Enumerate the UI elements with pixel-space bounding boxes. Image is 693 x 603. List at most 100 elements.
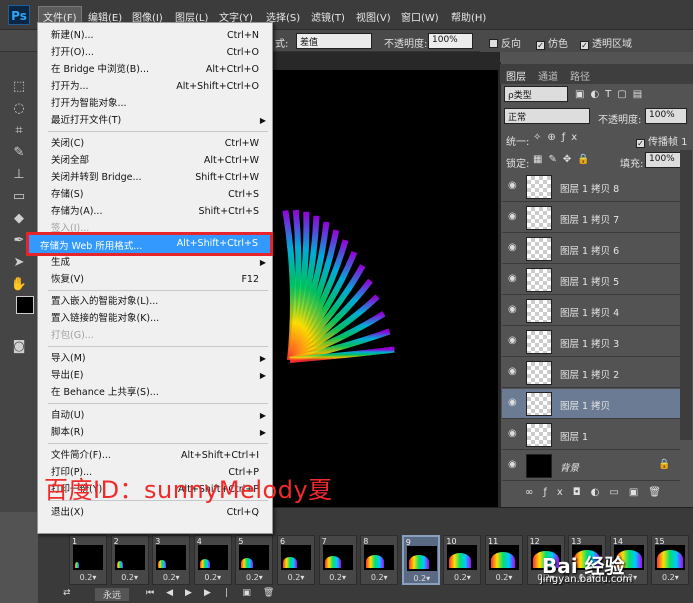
unify-icons[interactable]: ✧⊕ƒx (533, 132, 583, 143)
eye-icon[interactable]: ◉ (508, 273, 517, 284)
layer-row-selected[interactable]: ◉ 图层 1 拷贝 (502, 389, 680, 419)
frame-delay[interactable]: 0.2▾ (444, 573, 480, 582)
lock-icons[interactable]: ▦✎✥🔒 (533, 154, 596, 165)
animation-frame[interactable]: 6 0.2▾ (277, 535, 315, 585)
menu-item[interactable]: 存储(S) Ctrl+S (38, 186, 272, 203)
tab-layers[interactable]: 图层 (506, 68, 526, 83)
stamp-tool-icon[interactable]: ⊥ (9, 166, 29, 184)
eye-icon[interactable]: ◉ (508, 366, 517, 377)
animation-frame[interactable]: 11 0.2▾ (485, 535, 523, 585)
menu-item[interactable]: 打开(O)... Ctrl+O (38, 44, 272, 61)
foreground-color-swatch[interactable] (16, 296, 34, 314)
dither-checkbox[interactable]: ✓ 仿色 (536, 35, 568, 50)
document-canvas[interactable] (270, 70, 498, 510)
eye-icon[interactable]: ◉ (508, 335, 517, 346)
animation-frame[interactable]: 4 0.2▾ (193, 535, 232, 585)
menu-item[interactable]: 存储为(A)... Shift+Ctrl+S (38, 203, 272, 220)
menu-item[interactable]: 置入嵌入的智能对象(L)... (38, 293, 272, 310)
frame-delay[interactable]: 0.2▾ (236, 573, 272, 582)
frame-delay[interactable]: 0.2▾ (70, 573, 106, 582)
menu-item-save-for-web-highlighted[interactable]: 存储为 Web 所用格式... Alt+Shift+Ctrl+S (26, 232, 273, 256)
layer-row[interactable]: ◉ 图层 1 拷贝 7 (502, 203, 680, 233)
layer-opacity-input[interactable]: 100% (645, 108, 687, 124)
layer-filter-select[interactable]: ρ类型 (504, 86, 568, 102)
eye-icon[interactable]: ◉ (508, 459, 517, 470)
hand-tool-icon[interactable]: ✋ (9, 276, 29, 294)
eye-icon[interactable]: ◉ (508, 304, 517, 315)
path-select-tool-icon[interactable]: ➤ (9, 254, 29, 272)
propagate-checkbox[interactable]: ✓ 传播帧 1 (636, 133, 688, 148)
eye-icon[interactable]: ◉ (508, 397, 517, 408)
menu-item[interactable]: 自动(U) ▶ (38, 407, 272, 424)
frame-delay[interactable]: 0.2▾ (404, 574, 440, 583)
crop-tool-icon[interactable]: ⌗ (9, 122, 29, 140)
menu-item[interactable]: 恢复(V) F12 (38, 271, 272, 288)
blur-tool-icon[interactable]: ◆ (9, 210, 29, 228)
menu-item[interactable]: 最近打开文件(T) ▶ (38, 112, 272, 129)
animation-frame[interactable]: 1 0.2▾ (69, 535, 107, 585)
frame-delay[interactable]: 0.2▾ (278, 573, 314, 582)
menu-item[interactable]: 打开为智能对象... (38, 95, 272, 112)
menu-item[interactable]: 关闭全部 Alt+Ctrl+W (38, 152, 272, 169)
layer-footer-icons[interactable]: ∞ƒx◘◐▭▣🗑 (525, 487, 671, 498)
menu-item[interactable]: 置入链接的智能对象(K)... (38, 310, 272, 327)
layer-row[interactable]: ◉ 图层 1 拷贝 6 (502, 234, 680, 264)
menu-item[interactable]: 文件简介(F)... Alt+Shift+Ctrl+I (38, 447, 272, 464)
transparency-checkbox[interactable]: ✓ 透明区域 (580, 35, 632, 50)
tab-channels[interactable]: 通道 (538, 68, 558, 83)
animation-frame[interactable]: 10 0.2▾ (443, 535, 482, 585)
animation-frame[interactable]: 7 0.2▾ (318, 535, 357, 585)
frame-delay[interactable]: 0.2▾ (112, 573, 148, 582)
menu-filter[interactable]: 滤镜(T) (311, 9, 345, 24)
menu-item[interactable]: 关闭并转到 Bridge... Shift+Ctrl+W (38, 169, 272, 186)
lasso-tool-icon[interactable]: ◌ (9, 100, 29, 118)
layer-row[interactable]: ◉ 图层 1 拷贝 5 (502, 265, 680, 295)
layer-row[interactable]: ◉ 图层 1 拷贝 8 (502, 172, 680, 202)
menu-item[interactable]: 在 Behance 上共享(S)... (38, 384, 272, 401)
tab-paths[interactable]: 路径 (570, 68, 590, 83)
frame-delay[interactable]: 0.2▾ (153, 573, 189, 582)
animation-frame[interactable]: 5 0.2▾ (235, 535, 274, 585)
layer-row[interactable]: ◉ 图层 1 拷贝 3 (502, 327, 680, 357)
playback-icons[interactable]: ⏮◀▶▶❘▣🗑 (146, 588, 286, 598)
animation-frame[interactable]: 8 0.2▾ (360, 535, 399, 585)
animation-frame[interactable]: 3 0.2▾ (152, 535, 191, 585)
layers-scrollbar[interactable] (680, 150, 692, 440)
menu-item[interactable]: 导出(E) ▶ (38, 367, 272, 384)
eye-icon[interactable]: ◉ (508, 180, 517, 191)
menu-item[interactable]: 生成 ▶ (38, 254, 272, 271)
animation-frame[interactable]: 15 0.2▾ (651, 535, 690, 585)
menu-help[interactable]: 帮助(H) (451, 9, 486, 24)
opacity-input[interactable]: 100% (428, 33, 473, 49)
layer-row[interactable]: ◉ 图层 1 拷贝 2 (502, 358, 680, 388)
layer-row[interactable]: ◉ 图层 1 拷贝 4 (502, 296, 680, 326)
brush-tool-icon[interactable]: ✎ (9, 144, 29, 162)
loop-select[interactable]: 永远 (95, 588, 130, 601)
menu-item[interactable]: 关闭(C) Ctrl+W (38, 135, 272, 152)
quick-mask-icon[interactable]: ◙ (9, 338, 29, 356)
blend-mode-select[interactable]: 正常 (504, 108, 590, 124)
menu-item[interactable]: 脚本(R) ▶ (38, 424, 272, 441)
layer-row[interactable]: ◉ 图层 1 (502, 420, 680, 450)
frame-delay[interactable]: 0.2▾ (486, 573, 522, 582)
menu-item[interactable]: 导入(M) ▶ (38, 350, 272, 367)
menu-item[interactable]: 退出(X) Ctrl+Q (38, 504, 272, 521)
layer-row[interactable]: ◉ 背景 🔒 (502, 451, 680, 481)
eye-icon[interactable]: ◉ (508, 242, 517, 253)
frame-delay[interactable]: 0.2▾ (361, 573, 397, 582)
animation-frame[interactable]: 9 0.2▾ (401, 535, 440, 585)
menu-window[interactable]: 窗口(W) (401, 9, 439, 24)
animation-frame[interactable]: 2 0.2▾ (110, 535, 149, 585)
eraser-tool-icon[interactable]: ▭ (9, 188, 29, 206)
mode-select[interactable]: 差值 (296, 33, 372, 49)
filter-icons[interactable]: ▣◐T▢▤ (575, 89, 648, 100)
menu-view[interactable]: 视图(V) (356, 9, 391, 24)
eye-icon[interactable]: ◉ (508, 428, 517, 439)
frame-delay[interactable]: 0.2▾ (320, 573, 356, 582)
eye-icon[interactable]: ◉ (508, 211, 517, 222)
frame-delay[interactable]: 0.2▾ (652, 573, 688, 582)
menu-item[interactable]: 打开为... Alt+Shift+Ctrl+O (38, 78, 272, 95)
menu-item[interactable]: 在 Bridge 中浏览(B)... Alt+Ctrl+O (38, 61, 272, 78)
frame-delay[interactable]: 0.2▾ (195, 573, 231, 582)
marquee-tool-icon[interactable]: ⬚ (9, 78, 29, 96)
